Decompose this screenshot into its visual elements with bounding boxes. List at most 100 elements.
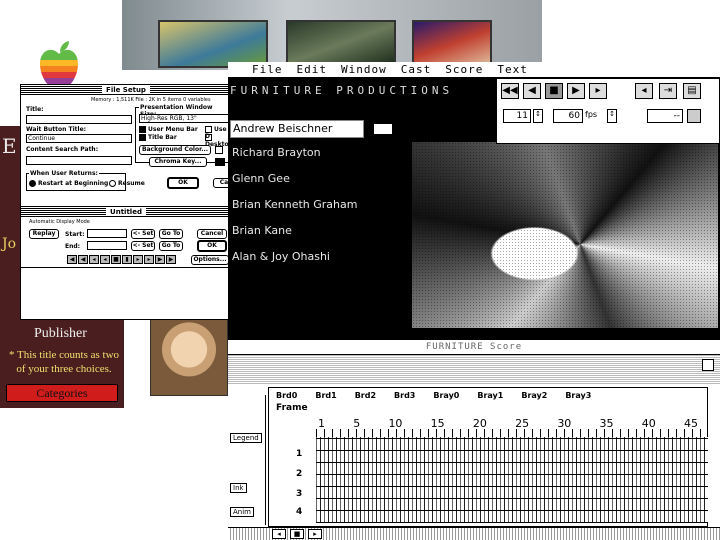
score-window-title: FURNITURE Score bbox=[228, 340, 720, 354]
ok-button[interactable]: OK bbox=[167, 177, 199, 189]
menu-window[interactable]: Window bbox=[341, 62, 387, 77]
scroll-marker-icon[interactable]: ■ bbox=[290, 529, 304, 539]
options-button[interactable]: Options... bbox=[191, 255, 229, 265]
title-count-note: * This title counts as two of your three… bbox=[8, 349, 120, 375]
step-icon[interactable]: ▤ bbox=[683, 83, 701, 99]
credit-name: Glenn Gee bbox=[232, 172, 290, 185]
game-thumbnail[interactable] bbox=[412, 20, 492, 68]
wait-button-label: Wait Button Title: bbox=[26, 126, 87, 133]
stop-icon[interactable]: ■ bbox=[545, 83, 563, 99]
dialog-title: File Setup bbox=[102, 86, 150, 94]
game-thumbnail[interactable] bbox=[158, 20, 268, 68]
background-color-button[interactable]: Background Color... bbox=[139, 145, 211, 155]
set-start-button[interactable]: <- Set bbox=[131, 229, 155, 239]
frame-stepper-icon[interactable]: ↕ bbox=[533, 109, 543, 123]
artwork-dither bbox=[412, 142, 718, 328]
name-field-marker bbox=[374, 124, 392, 134]
restart-radio[interactable]: Restart at Beginning bbox=[29, 180, 108, 187]
sprite-label[interactable]: Brd3 bbox=[394, 391, 415, 400]
channel-number: 2 bbox=[296, 469, 303, 479]
menu-bar: File Edit Window Cast Score Text bbox=[228, 62, 720, 78]
back-button[interactable]: ◂ bbox=[100, 255, 110, 264]
frame-ruler[interactable] bbox=[316, 429, 708, 437]
pause-button[interactable]: ▮ bbox=[122, 255, 132, 264]
stop-button[interactable]: ■ bbox=[111, 255, 121, 264]
content-search-field[interactable] bbox=[26, 156, 132, 165]
presentation-size-select[interactable]: High-Res RGB, 13" bbox=[139, 114, 229, 123]
step-forward-button[interactable]: ▸ bbox=[144, 255, 154, 264]
sprite-label[interactable]: Brd2 bbox=[355, 391, 376, 400]
step-forward-icon[interactable]: ▸ bbox=[589, 83, 607, 99]
untitled-dialog: Untitled Automatic Display Mode Replay S… bbox=[20, 206, 232, 268]
dialog-title-bar[interactable]: File Setup bbox=[21, 85, 231, 95]
menu-edit[interactable]: Edit bbox=[297, 62, 328, 77]
blank-panel bbox=[20, 268, 232, 320]
credit-name: Alan & Joy Ohashi bbox=[232, 250, 330, 263]
scroll-right-icon[interactable]: ▸ bbox=[308, 529, 322, 539]
channel-number: 4 bbox=[296, 507, 303, 517]
ok-button[interactable]: OK bbox=[197, 240, 227, 252]
step-back-button[interactable]: ◂ bbox=[89, 255, 99, 264]
title-bar-checkbox[interactable]: Title Bar bbox=[139, 134, 177, 141]
anim-tag[interactable]: Anim bbox=[230, 507, 254, 517]
title-field[interactable] bbox=[26, 115, 132, 124]
categories-button[interactable]: Categories bbox=[6, 384, 118, 402]
wait-button-field[interactable]: Continue bbox=[26, 134, 132, 143]
chroma-key-button[interactable]: Chroma Key... bbox=[149, 157, 207, 167]
transport-controls: ◀ ◀ ◂ ◂ ■ ▮ ▸ ▸ ▶ ▶ bbox=[67, 255, 176, 264]
forward-button[interactable]: ▶ bbox=[155, 255, 165, 264]
volume-icon[interactable]: ◂ bbox=[635, 83, 653, 99]
sprite-label[interactable]: Bray2 bbox=[521, 391, 547, 400]
step-back-icon[interactable]: ◀ bbox=[523, 83, 541, 99]
channel-number: 1 bbox=[296, 449, 303, 459]
panel-subheading: Jo bbox=[2, 236, 17, 252]
resume-radio[interactable]: Resume bbox=[109, 180, 145, 187]
panel-heading: E bbox=[2, 134, 17, 158]
play-icon[interactable]: ▶ bbox=[567, 83, 585, 99]
sprite-label-row: Brd0 Brd1 Brd2 Brd3 Bray0 Bray1 Bray2 Br… bbox=[276, 391, 591, 400]
scroll-left-icon[interactable]: ◂ bbox=[272, 529, 286, 539]
legend-tag[interactable]: Legend bbox=[230, 433, 262, 443]
goto-end-button[interactable]: Go To bbox=[159, 241, 183, 251]
set-end-button[interactable]: <- Set bbox=[131, 241, 155, 251]
score-title-stripe bbox=[228, 355, 720, 385]
menu-file[interactable]: File bbox=[252, 62, 283, 77]
credit-name: Richard Brayton bbox=[232, 146, 321, 159]
first-frame-button[interactable]: ◀ bbox=[67, 255, 77, 264]
loop-icon[interactable]: ⇥ bbox=[659, 83, 677, 99]
menu-text[interactable]: Text bbox=[497, 62, 528, 77]
publisher-label: Publisher bbox=[34, 326, 87, 341]
close-icon[interactable] bbox=[702, 359, 714, 371]
chroma-key-swatch[interactable] bbox=[215, 158, 225, 166]
sprite-label[interactable]: Brd1 bbox=[315, 391, 336, 400]
cancel-button[interactable]: Cancel bbox=[197, 229, 227, 239]
sprite-label[interactable]: Bray0 bbox=[433, 391, 459, 400]
dialog-title-bar[interactable]: Untitled bbox=[21, 207, 231, 217]
tempo-field[interactable]: 60 bbox=[553, 109, 583, 123]
end-field[interactable] bbox=[87, 241, 127, 250]
sprite-label[interactable]: Brd0 bbox=[276, 391, 297, 400]
sprite-label[interactable]: Bray3 bbox=[565, 391, 591, 400]
sprite-label[interactable]: Bray1 bbox=[477, 391, 503, 400]
color-chip-icon[interactable] bbox=[687, 109, 701, 123]
rewind-button[interactable]: ◀ bbox=[78, 255, 88, 264]
score-channels[interactable] bbox=[316, 437, 708, 523]
game-thumbnail[interactable] bbox=[286, 20, 396, 68]
goto-start-button[interactable]: Go To bbox=[159, 229, 183, 239]
credit-name-field[interactable]: Andrew Beischner bbox=[230, 120, 364, 138]
start-field[interactable] bbox=[87, 229, 127, 238]
file-setup-dialog: File Setup Memory : 1,511K File : 2K in … bbox=[20, 84, 235, 208]
background-color-swatch[interactable] bbox=[215, 146, 223, 154]
frame-counter[interactable]: 11 bbox=[503, 109, 531, 123]
menu-cast[interactable]: Cast bbox=[401, 62, 432, 77]
menu-score[interactable]: Score bbox=[445, 62, 483, 77]
tempo-stepper-icon[interactable]: ↕ bbox=[607, 109, 617, 123]
user-menu-bar-checkbox[interactable]: User Menu Bar bbox=[139, 126, 198, 133]
stage-title: FURNITURE PRODUCTIONS bbox=[230, 84, 454, 97]
end-label: End: bbox=[65, 243, 81, 250]
replay-button[interactable]: Replay bbox=[29, 229, 59, 239]
rewind-icon[interactable]: ◀◀ bbox=[501, 83, 519, 99]
last-frame-button[interactable]: ▶ bbox=[166, 255, 176, 264]
ink-tag[interactable]: Ink bbox=[230, 483, 247, 493]
play-button[interactable]: ▸ bbox=[133, 255, 143, 264]
